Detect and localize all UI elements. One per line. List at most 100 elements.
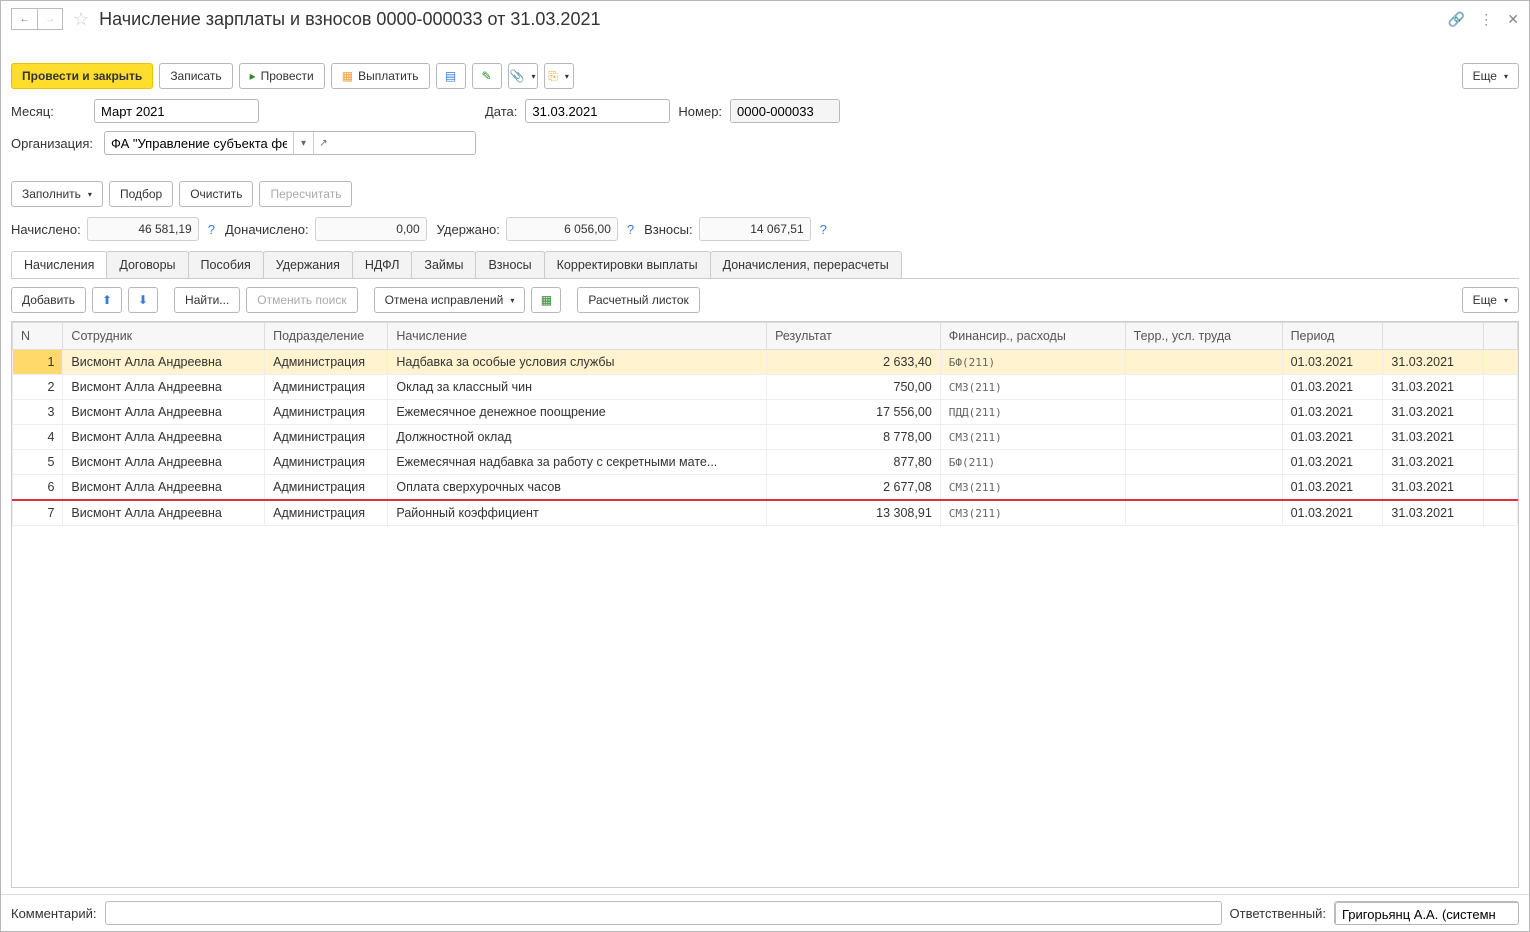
column-header[interactable]: N <box>13 323 63 350</box>
month-field[interactable] <box>95 100 259 122</box>
cell[interactable]: Ежемесячное денежное поощрение <box>388 400 767 425</box>
post-button[interactable]: ▸Провести <box>239 63 325 89</box>
cell[interactable]: Висмонт Алла Андреевна <box>63 450 265 475</box>
cell[interactable]: Должностной оклад <box>388 425 767 450</box>
column-header[interactable]: Период <box>1282 323 1383 350</box>
cell[interactable]: Висмонт Алла Андреевна <box>63 350 265 375</box>
pick-button[interactable]: Подбор <box>109 181 173 207</box>
cell[interactable] <box>1125 450 1282 475</box>
cell[interactable]: 31.03.2021 <box>1383 425 1484 450</box>
column-header[interactable]: Финансир., расходы <box>940 323 1125 350</box>
cell[interactable]: Висмонт Алла Андреевна <box>63 375 265 400</box>
responsible-input[interactable]: ▾ ↗ <box>1334 901 1519 925</box>
cancel-fix-button[interactable]: Отмена исправлений▾ <box>374 287 526 313</box>
cell[interactable]: Администрация <box>265 350 388 375</box>
table-row[interactable]: 5Висмонт Алла АндреевнаАдминистрацияЕжем… <box>13 450 1518 475</box>
tab-6[interactable]: Взносы <box>475 251 544 278</box>
table-row[interactable]: 3Висмонт Алла АндреевнаАдминистрацияЕжем… <box>13 400 1518 425</box>
cell[interactable]: 31.03.2021 <box>1383 500 1484 526</box>
attach-button[interactable]: 📎▾ <box>508 63 538 89</box>
cell[interactable]: 8 778,00 <box>767 425 941 450</box>
cell[interactable]: Висмонт Алла Андреевна <box>63 475 265 501</box>
open-icon[interactable]: ↗ <box>313 132 333 154</box>
month-input[interactable]: 📅 ▴▾ <box>94 99 259 123</box>
org-field[interactable] <box>105 132 293 154</box>
nav-forward-button[interactable]: → <box>37 8 63 30</box>
cell[interactable]: Висмонт Алла Андреевна <box>63 425 265 450</box>
cell[interactable]: 01.03.2021 <box>1282 425 1383 450</box>
tab-4[interactable]: НДФЛ <box>352 251 413 278</box>
cancel-search-button[interactable]: Отменить поиск <box>246 287 357 313</box>
tab-5[interactable]: Займы <box>411 251 476 278</box>
responsible-field[interactable] <box>1335 902 1519 925</box>
cell[interactable]: 17 556,00 <box>767 400 941 425</box>
cell[interactable]: Районный коэффициент <box>388 500 767 526</box>
date-field[interactable] <box>526 100 670 122</box>
cell[interactable]: БФ(211) <box>940 450 1125 475</box>
cell[interactable]: Администрация <box>265 475 388 501</box>
cell[interactable]: Администрация <box>265 375 388 400</box>
recalc-button[interactable]: Пересчитать <box>259 181 352 207</box>
cell[interactable]: 2 677,08 <box>767 475 941 501</box>
table-row[interactable]: 1Висмонт Алла АндреевнаАдминистрацияНадб… <box>13 350 1518 375</box>
cell[interactable]: Администрация <box>265 500 388 526</box>
more-button[interactable]: Еще▾ <box>1462 63 1519 89</box>
cell[interactable] <box>1484 375 1518 400</box>
column-header[interactable] <box>1383 323 1484 350</box>
close-icon[interactable]: ✕ <box>1507 11 1519 28</box>
cell[interactable]: 4 <box>13 425 63 450</box>
link-icon[interactable]: 🔗 <box>1448 11 1465 28</box>
accruals-grid[interactable]: NСотрудникПодразделениеНачислениеРезульт… <box>11 321 1519 888</box>
fill-button[interactable]: Заполнить▾ <box>11 181 103 207</box>
pay-button[interactable]: ▦Выплатить <box>331 63 430 89</box>
cell[interactable]: 3 <box>13 400 63 425</box>
grid-more-button[interactable]: Еще▾ <box>1462 287 1519 313</box>
cell[interactable] <box>1125 425 1282 450</box>
cell[interactable]: 31.03.2021 <box>1383 400 1484 425</box>
tab-7[interactable]: Корректировки выплаты <box>544 251 711 278</box>
table-row[interactable]: 2Висмонт Алла АндреевнаАдминистрацияОкла… <box>13 375 1518 400</box>
tab-3[interactable]: Удержания <box>263 251 353 278</box>
cell[interactable]: Оклад за классный чин <box>388 375 767 400</box>
cell[interactable] <box>1484 400 1518 425</box>
menu-dots-icon[interactable]: ⋮ <box>1479 11 1493 28</box>
nav-back-button[interactable]: ← <box>11 8 37 30</box>
cell[interactable]: 01.03.2021 <box>1282 475 1383 501</box>
add-button[interactable]: Добавить <box>11 287 86 313</box>
save-button[interactable]: Записать <box>159 63 232 89</box>
cell[interactable]: Висмонт Алла Андреевна <box>63 500 265 526</box>
dropdown-icon[interactable]: ▾ <box>293 132 313 154</box>
cell[interactable]: 01.03.2021 <box>1282 375 1383 400</box>
cell[interactable] <box>1484 450 1518 475</box>
cell[interactable] <box>1125 400 1282 425</box>
column-header[interactable] <box>1484 323 1518 350</box>
clear-button[interactable]: Очистить <box>179 181 253 207</box>
date-input[interactable]: 📅 <box>525 99 670 123</box>
help-icon[interactable]: ? <box>627 222 634 237</box>
cell[interactable]: 2 633,40 <box>767 350 941 375</box>
cell[interactable]: Администрация <box>265 425 388 450</box>
cell[interactable]: СМЗ(211) <box>940 475 1125 501</box>
grid-settings-button[interactable]: ▦ <box>531 287 561 313</box>
cell[interactable] <box>1484 425 1518 450</box>
org-input[interactable]: ▾ ↗ <box>104 131 476 155</box>
cell[interactable]: Ежемесячная надбавка за работу с секретн… <box>388 450 767 475</box>
cell[interactable]: 31.03.2021 <box>1383 375 1484 400</box>
table-row[interactable]: 4Висмонт Алла АндреевнаАдминистрацияДолж… <box>13 425 1518 450</box>
cell[interactable]: Администрация <box>265 400 388 425</box>
cell[interactable]: 750,00 <box>767 375 941 400</box>
cell[interactable]: 31.03.2021 <box>1383 450 1484 475</box>
copy-button[interactable]: ⎘▾ <box>544 63 574 89</box>
cell[interactable]: 2 <box>13 375 63 400</box>
help-icon[interactable]: ? <box>820 222 827 237</box>
favorite-star-icon[interactable]: ☆ <box>73 9 89 30</box>
tab-0[interactable]: Начисления <box>11 251 107 278</box>
cell[interactable]: 6 <box>13 475 63 501</box>
table-row[interactable]: 6Висмонт Алла АндреевнаАдминистрацияОпла… <box>13 475 1518 501</box>
cell[interactable]: Администрация <box>265 450 388 475</box>
column-header[interactable]: Терр., усл. труда <box>1125 323 1282 350</box>
cell[interactable]: 31.03.2021 <box>1383 475 1484 501</box>
cell[interactable] <box>1125 350 1282 375</box>
cell[interactable] <box>1484 350 1518 375</box>
edit-button[interactable]: ✎ <box>472 63 502 89</box>
